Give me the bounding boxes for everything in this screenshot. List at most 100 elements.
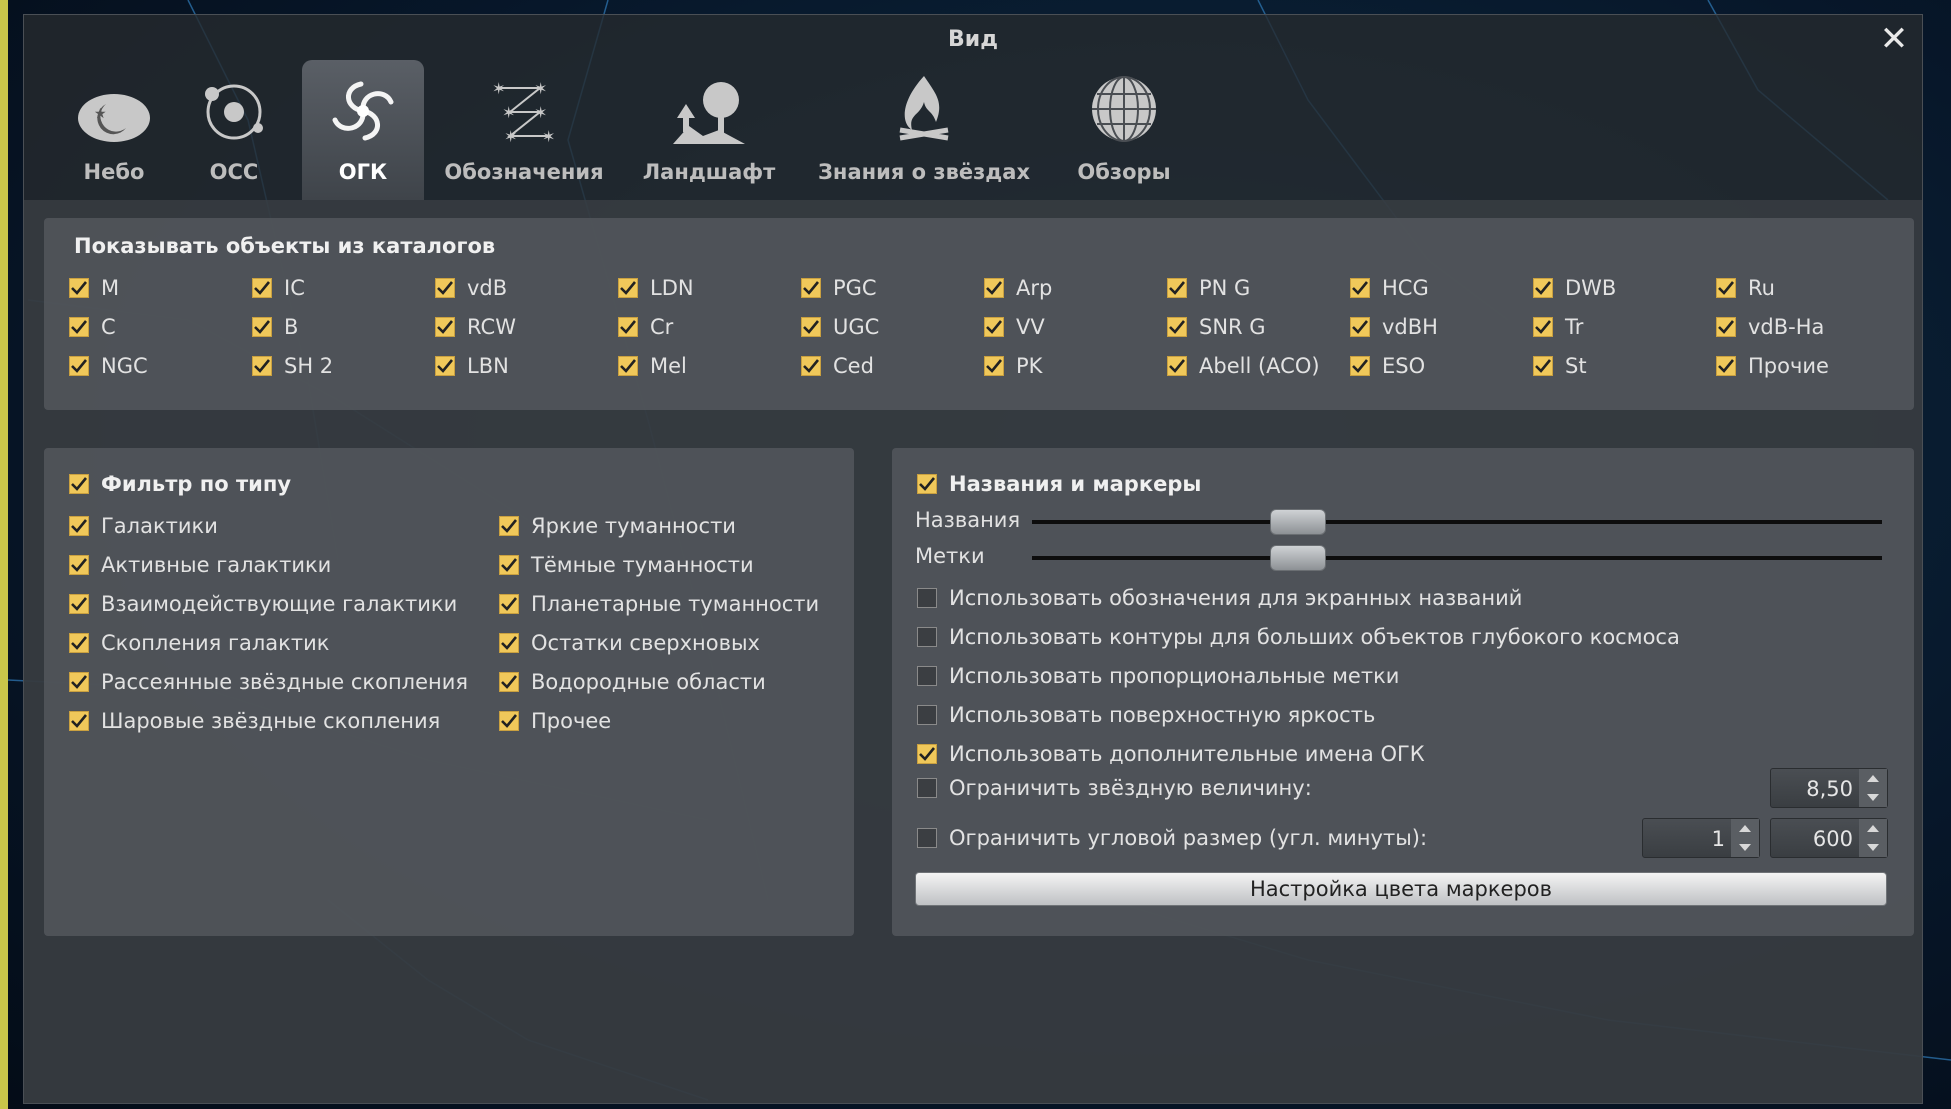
checkbox[interactable] bbox=[435, 356, 455, 376]
checkbox[interactable] bbox=[1716, 356, 1736, 376]
checkbox[interactable] bbox=[1533, 356, 1553, 376]
catalog-checkbox[interactable]: vdB bbox=[435, 274, 507, 302]
checkbox[interactable] bbox=[1533, 278, 1553, 298]
checkbox[interactable] bbox=[499, 594, 519, 614]
checkbox[interactable] bbox=[435, 278, 455, 298]
checkbox[interactable] bbox=[252, 278, 272, 298]
type-checkbox[interactable]: Галактики bbox=[69, 512, 218, 540]
checkbox[interactable] bbox=[69, 633, 89, 653]
type-checkbox[interactable]: Скопления галактик bbox=[69, 629, 329, 657]
checkbox[interactable] bbox=[69, 278, 89, 298]
labels-option[interactable]: Использовать поверхностную яркость bbox=[917, 701, 1375, 729]
type-checkbox[interactable]: Взаимодействующие галактики bbox=[69, 590, 457, 618]
checkbox[interactable] bbox=[499, 516, 519, 536]
catalog-checkbox[interactable]: HCG bbox=[1350, 274, 1429, 302]
type-checkbox[interactable]: Активные галактики bbox=[69, 551, 331, 579]
size-min-spinbox[interactable]: 1 bbox=[1642, 818, 1760, 858]
limit-magnitude-option[interactable]: Ограничить звёздную величину: bbox=[917, 774, 1312, 802]
spin-down-icon[interactable] bbox=[1867, 794, 1879, 801]
checkbox[interactable] bbox=[1167, 356, 1187, 376]
limit-size-option[interactable]: Ограничить угловой размер (угл. минуты): bbox=[917, 824, 1427, 852]
checkbox[interactable] bbox=[801, 317, 821, 337]
catalog-checkbox[interactable]: St bbox=[1533, 352, 1587, 380]
marker-colors-button[interactable]: Настройка цвета маркеров bbox=[915, 872, 1887, 906]
magnitude-spinbox[interactable]: 8,50 bbox=[1770, 768, 1888, 808]
checkbox[interactable] bbox=[618, 356, 638, 376]
catalog-checkbox[interactable]: Tr bbox=[1533, 313, 1583, 341]
catalog-checkbox[interactable]: DWB bbox=[1533, 274, 1616, 302]
catalog-checkbox[interactable]: Abell (ACO) bbox=[1167, 352, 1320, 380]
tab-sky[interactable]: ★ Небо bbox=[64, 60, 164, 200]
type-checkbox[interactable]: Планетарные туманности bbox=[499, 590, 819, 618]
checkbox[interactable] bbox=[917, 828, 937, 848]
type-checkbox[interactable]: Рассеянные звёздные скопления bbox=[69, 668, 468, 696]
checkbox[interactable] bbox=[917, 744, 937, 764]
catalog-checkbox[interactable]: B bbox=[252, 313, 298, 341]
checkbox[interactable] bbox=[435, 317, 455, 337]
checkbox[interactable] bbox=[917, 666, 937, 686]
checkbox[interactable] bbox=[801, 278, 821, 298]
checkbox[interactable] bbox=[1350, 278, 1370, 298]
catalog-checkbox[interactable]: Arp bbox=[984, 274, 1052, 302]
spin-arrows[interactable] bbox=[1859, 819, 1887, 857]
catalog-checkbox[interactable]: vdB-Ha bbox=[1716, 313, 1824, 341]
checkbox[interactable] bbox=[499, 711, 519, 731]
catalog-checkbox[interactable]: ESO bbox=[1350, 352, 1425, 380]
checkbox[interactable] bbox=[1716, 278, 1736, 298]
spin-up-icon[interactable] bbox=[1739, 825, 1751, 832]
tab-starlore[interactable]: Знания о звёздах bbox=[814, 60, 1034, 200]
checkbox[interactable] bbox=[69, 356, 89, 376]
checkbox[interactable] bbox=[499, 672, 519, 692]
type-checkbox[interactable]: Яркие туманности bbox=[499, 512, 736, 540]
catalog-checkbox[interactable]: IC bbox=[252, 274, 305, 302]
catalog-checkbox[interactable]: Ced bbox=[801, 352, 874, 380]
tab-markings[interactable]: ✶ ✶ ✶ ✶ ✶ ✶ Обозначения bbox=[439, 60, 609, 200]
catalog-checkbox[interactable]: PN G bbox=[1167, 274, 1250, 302]
checkbox[interactable] bbox=[499, 633, 519, 653]
type-checkbox[interactable]: Тёмные туманности bbox=[499, 551, 754, 579]
catalog-checkbox[interactable]: SH 2 bbox=[252, 352, 333, 380]
checkbox[interactable] bbox=[917, 474, 937, 494]
checkbox[interactable] bbox=[801, 356, 821, 376]
checkbox[interactable] bbox=[917, 705, 937, 725]
names-slider-handle[interactable] bbox=[1270, 509, 1326, 535]
catalog-checkbox[interactable]: Mel bbox=[618, 352, 687, 380]
checkbox[interactable] bbox=[984, 317, 1004, 337]
spin-up-icon[interactable] bbox=[1867, 775, 1879, 782]
checkbox[interactable] bbox=[1167, 317, 1187, 337]
labels-option[interactable]: Использовать пропорциональные метки bbox=[917, 662, 1399, 690]
checkbox[interactable] bbox=[917, 778, 937, 798]
catalog-checkbox[interactable]: C bbox=[69, 313, 116, 341]
type-checkbox[interactable]: Шаровые звёздные скопления bbox=[69, 707, 440, 735]
names-slider-track[interactable] bbox=[1032, 520, 1882, 524]
size-max-spinbox[interactable]: 600 bbox=[1770, 818, 1888, 858]
catalog-checkbox[interactable]: Cr bbox=[618, 313, 673, 341]
checkbox[interactable] bbox=[1350, 356, 1370, 376]
checkbox[interactable] bbox=[69, 516, 89, 536]
spin-down-icon[interactable] bbox=[1867, 844, 1879, 851]
catalog-checkbox[interactable]: VV bbox=[984, 313, 1045, 341]
labels-option[interactable]: Использовать обозначения для экранных на… bbox=[917, 584, 1522, 612]
labels-markers-toggle[interactable]: Названия и маркеры bbox=[917, 470, 1201, 498]
catalog-checkbox[interactable]: LDN bbox=[618, 274, 694, 302]
type-checkbox[interactable]: Водородные области bbox=[499, 668, 766, 696]
checkbox[interactable] bbox=[69, 317, 89, 337]
labels-option[interactable]: Использовать контуры для больших объекто… bbox=[917, 623, 1680, 651]
checkbox[interactable] bbox=[1350, 317, 1370, 337]
tab-landscape[interactable]: Ландшафт bbox=[634, 60, 784, 200]
catalog-checkbox[interactable]: Прочие bbox=[1716, 352, 1829, 380]
checkbox[interactable] bbox=[1716, 317, 1736, 337]
checkbox[interactable] bbox=[1167, 278, 1187, 298]
catalog-checkbox[interactable]: vdBH bbox=[1350, 313, 1438, 341]
checkbox[interactable] bbox=[69, 711, 89, 731]
marks-slider-handle[interactable] bbox=[1270, 545, 1326, 571]
catalog-checkbox[interactable]: RCW bbox=[435, 313, 516, 341]
tab-solar-system[interactable]: ОСС bbox=[184, 60, 284, 200]
labels-option[interactable]: Использовать дополнительные имена ОГК bbox=[917, 740, 1425, 768]
checkbox[interactable] bbox=[984, 356, 1004, 376]
checkbox[interactable] bbox=[69, 474, 89, 494]
catalog-checkbox[interactable]: PK bbox=[984, 352, 1042, 380]
catalog-checkbox[interactable]: UGC bbox=[801, 313, 879, 341]
spin-arrows[interactable] bbox=[1859, 769, 1887, 807]
close-icon[interactable]: ✕ bbox=[1876, 21, 1912, 57]
